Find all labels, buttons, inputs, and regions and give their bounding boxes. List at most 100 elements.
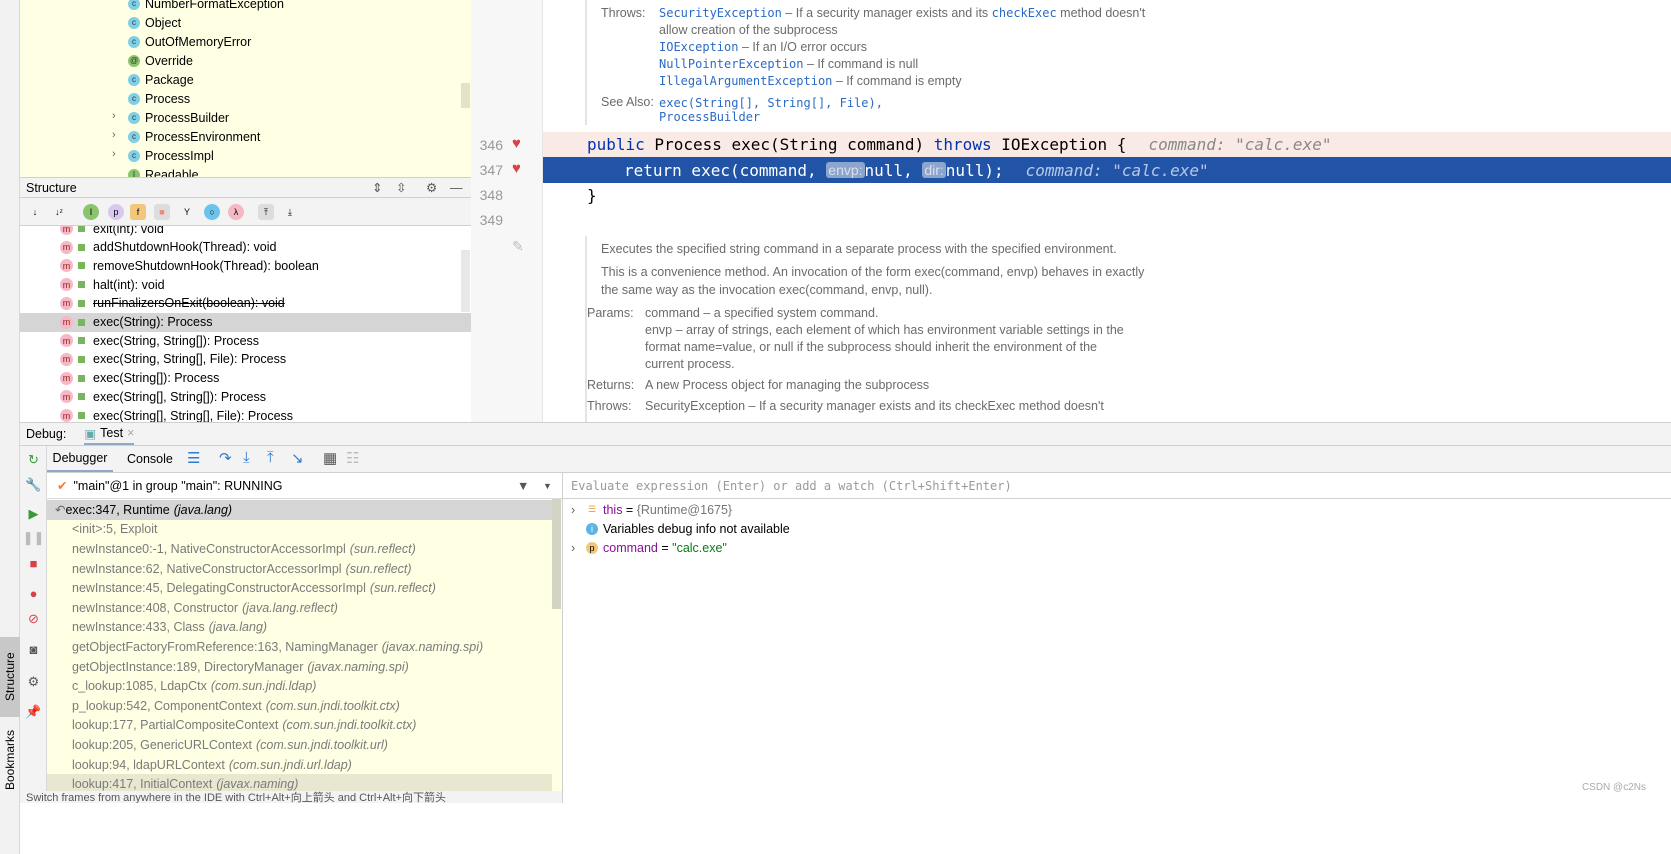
stack-frame[interactable]: ↶ exec:347, Runtime (java.lang) xyxy=(47,500,552,520)
side-tab-structure[interactable]: Structure xyxy=(0,637,20,717)
keyword: throws xyxy=(933,135,992,154)
stack-frame[interactable]: newInstance:433, Class (java.lang) xyxy=(47,618,552,638)
filter-icon[interactable]: ▼ xyxy=(517,479,529,493)
code-text: IOException { xyxy=(991,135,1127,154)
stack-frame[interactable]: newInstance:62, NativeConstructorAccesso… xyxy=(47,559,552,579)
frame-package: (sun.reflect) xyxy=(369,581,436,596)
gear-icon[interactable]: ⚙ xyxy=(26,674,41,689)
line-number: 348 xyxy=(479,187,503,203)
stack-frame[interactable]: getObjectInstance:189, DirectoryManager(… xyxy=(47,657,552,677)
debugger-toolbar: Debugger Console ☰ ↷ ⤓ ⤒ ↘ ▦ ☷ xyxy=(47,446,1671,473)
doc-summary: Executes the specified string command in… xyxy=(601,242,1117,256)
tab-debugger[interactable]: Debugger xyxy=(47,446,113,472)
exception-link[interactable]: IOException xyxy=(659,40,738,54)
side-tab-label: Structure xyxy=(3,652,17,702)
show-execution-point-icon[interactable]: ☰ xyxy=(187,449,200,467)
pin-icon[interactable]: 📌 xyxy=(25,704,41,719)
breakpoint-icon[interactable]: ♥ xyxy=(512,135,521,152)
expand-chevron-icon[interactable]: › xyxy=(571,503,581,517)
frame-package: (javax.naming.spi) xyxy=(381,639,484,654)
edit-doc-icon[interactable]: ✎ xyxy=(512,238,524,255)
throws-text: – If command is null xyxy=(803,57,919,71)
frame-method: lookup:417, InitialContext xyxy=(72,777,213,791)
expand-chevron-icon[interactable]: › xyxy=(571,541,581,555)
frame-method: newInstance:62, NativeConstructorAccesso… xyxy=(72,561,342,576)
evaluate-expression-input[interactable]: Evaluate expression (Enter) or add a wat… xyxy=(563,473,1671,499)
frame-method: newInstance:408, Constructor xyxy=(72,600,239,615)
code-line-346: public Process exec(String command) thro… xyxy=(543,132,1671,157)
see-also-label: See Also: xyxy=(601,95,654,109)
stack-frame[interactable]: p_lookup:542, ComponentContext (com.sun.j… xyxy=(47,696,552,716)
thread-selector[interactable]: ✔ "main"@1 in group "main": RUNNING ▼ ▼ xyxy=(47,473,562,499)
tab-console[interactable]: Console xyxy=(127,452,173,466)
stack-frame[interactable]: <init>:5, Exploit xyxy=(47,520,552,540)
stack-frame[interactable]: lookup:94, ldapURLContext (com.sun.jndi.u… xyxy=(47,755,552,775)
variable-row[interactable]: i Variables debug info not available xyxy=(571,519,790,538)
stack-frame[interactable]: newInstance0:-1, NativeConstructorAccess… xyxy=(47,539,552,559)
throws-text: – If an I/O error occurs xyxy=(738,40,867,54)
javadoc-top: Throws: SecurityException – If a securit… xyxy=(585,0,1165,125)
see-also-link[interactable]: exec(String[], String[], File), xyxy=(659,96,883,110)
trace-icon[interactable]: ☷ xyxy=(346,449,359,467)
step-into-icon[interactable]: ⤓ xyxy=(243,449,250,466)
frame-package: (com.sun.jndi.url.ldap) xyxy=(228,757,352,772)
mute-breakpoints-icon[interactable]: ⊘ xyxy=(26,611,41,626)
frame-method: newInstance:433, Class xyxy=(72,620,205,635)
chevron-down-icon[interactable]: ▼ xyxy=(543,481,552,491)
variable-text: command = "calc.exe" xyxy=(603,541,727,555)
throws-text: – If a security manager exists and its xyxy=(781,6,992,20)
code-line-347-execution-point: return exec(command, envp: null, dir: null… xyxy=(543,157,1671,183)
throws-label: Throws: xyxy=(587,399,632,413)
rerun-icon[interactable]: ↻ xyxy=(26,452,41,467)
code-text: null); xyxy=(945,160,1004,180)
stack-frame[interactable]: getObjectFactoryFromReference:163, Namin… xyxy=(47,637,552,657)
frame-package: (sun.reflect) xyxy=(349,541,416,556)
settings-wrench-icon[interactable]: 🔧 xyxy=(25,477,41,492)
see-also-link[interactable]: ProcessBuilder xyxy=(659,110,760,124)
throws-text: – If command is empty xyxy=(832,74,962,88)
exception-link[interactable]: IllegalArgumentException xyxy=(659,74,832,88)
inline-value-hint: command: "calc.exe" xyxy=(1148,135,1332,154)
view-breakpoints-icon[interactable]: ● xyxy=(26,586,41,601)
stack-frame[interactable]: c_lookup:1085, LdapCtx (com.sun.jndi.ldap… xyxy=(47,676,552,696)
pause-icon[interactable]: ❚❚ xyxy=(23,530,45,545)
step-out-icon[interactable]: ⤒ xyxy=(267,449,274,466)
stack-frame[interactable]: newInstance:45, DelegatingConstructorAcc… xyxy=(47,578,552,598)
exception-link[interactable]: SecurityException xyxy=(659,6,782,20)
frames-scrollbar[interactable] xyxy=(552,499,561,609)
frames-list: ↶ exec:347, Runtime (java.lang) <init>:5, … xyxy=(47,499,562,791)
info-icon: i xyxy=(586,522,598,535)
code-ref[interactable]: checkExec xyxy=(992,6,1057,20)
line-number: 346 xyxy=(479,137,503,153)
variable-row[interactable]: › p command = "calc.exe" xyxy=(571,538,727,557)
doc-paragraph: This is a convenience method. An invocat… xyxy=(601,265,1145,279)
debug-tool-window-header: Debug: ▣ Test × xyxy=(20,422,1671,446)
code-text: } xyxy=(587,186,597,205)
stack-frame[interactable]: lookup:205, GenericURLContext (com.sun.jn… xyxy=(47,735,552,755)
param-doc: format name=value, or null if the subpro… xyxy=(645,340,1097,354)
step-over-icon[interactable]: ↷ xyxy=(219,449,232,467)
exception-link[interactable]: NullPointerException xyxy=(659,57,804,71)
debug-tab-test[interactable]: ▣ Test × xyxy=(84,423,135,445)
stop-icon[interactable]: ■ xyxy=(26,556,41,571)
inline-value-hint: command: "calc.exe" xyxy=(1025,160,1209,180)
line-number: 349 xyxy=(479,212,503,228)
stack-frame[interactable]: lookup:417, InitialContext (javax.naming) xyxy=(47,774,552,791)
stack-frame[interactable]: lookup:177, PartialCompositeContext (com.… xyxy=(47,716,552,736)
breakpoint-icon[interactable]: ♥ xyxy=(512,160,521,177)
code-line-348: } xyxy=(543,183,1671,208)
evaluate-expression-icon[interactable]: ▦ xyxy=(323,449,337,467)
field-icon: ☰ xyxy=(587,504,597,514)
run-to-cursor-icon[interactable]: ↘ xyxy=(291,449,304,467)
side-tab-bookmarks[interactable]: Bookmarks xyxy=(0,722,20,797)
param-doc: envp – array of strings, each element of… xyxy=(645,323,1124,337)
debug-side-toolbar: ↻ 🔧 ▶ ❚❚ ■ ● ⊘ ◙ ⚙ 📌 xyxy=(20,446,47,801)
close-icon[interactable]: × xyxy=(127,426,134,440)
resume-icon[interactable]: ▶ xyxy=(26,506,41,521)
code-text: Process exec(String command) xyxy=(644,135,934,154)
side-tab-label: Bookmarks xyxy=(3,729,17,790)
camera-icon[interactable]: ◙ xyxy=(26,642,41,657)
variable-value: "calc.exe" xyxy=(672,540,727,555)
variable-row[interactable]: › ☰ this = {Runtime@1675} xyxy=(571,500,732,519)
stack-frame[interactable]: newInstance:408, Constructor (java.lang.r… xyxy=(47,598,552,618)
